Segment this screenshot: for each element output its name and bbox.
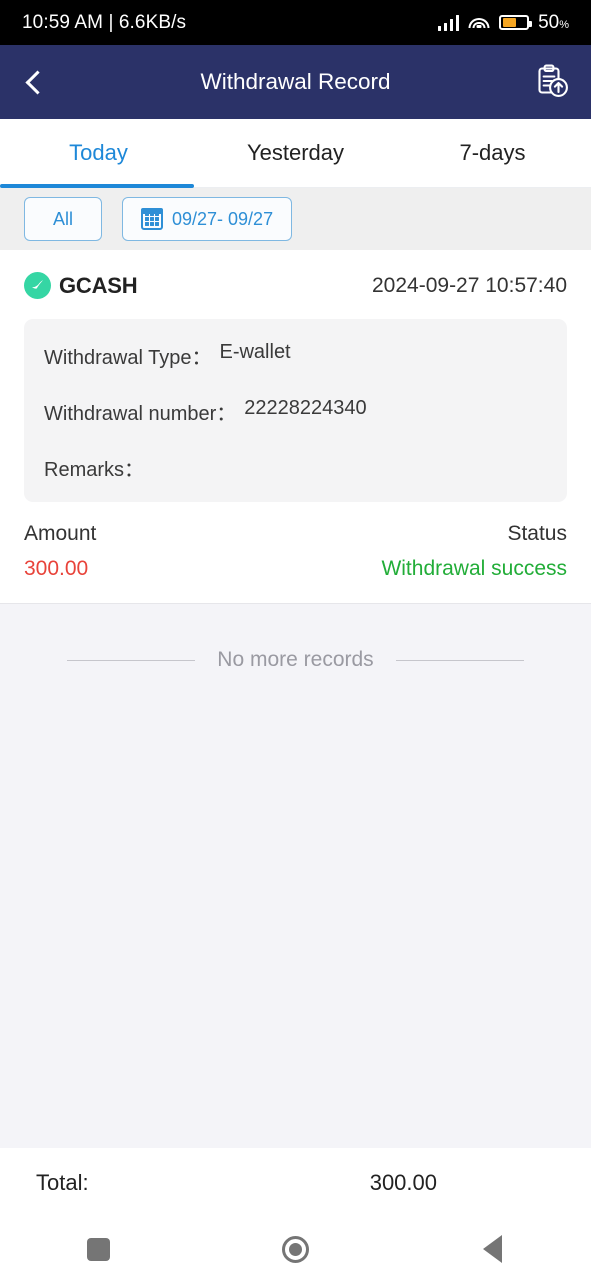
- date-range-button[interactable]: 09/27- 09/27: [122, 197, 293, 241]
- amount-column: Amount 300.00: [24, 522, 96, 581]
- tab-7-days[interactable]: 7-days: [394, 119, 591, 187]
- detail-value-withdrawal-type: E-wallet: [219, 341, 291, 363]
- status-icons: 50%: [437, 12, 569, 34]
- battery-percent-value: 50: [538, 11, 560, 33]
- calendar-icon: [141, 208, 163, 230]
- clipboard-upload-icon: [538, 64, 568, 97]
- record-brand: GCASH: [24, 272, 138, 299]
- record-header: GCASH 2024-09-27 10:57:40: [24, 272, 567, 299]
- divider-left: [67, 659, 196, 661]
- filter-all-label: All: [52, 208, 73, 229]
- wifi-icon: [468, 14, 490, 31]
- back-button[interactable]: [0, 45, 70, 119]
- recents-square-icon: [87, 1237, 110, 1261]
- detail-label-withdrawal-number: Withdrawal number：: [44, 403, 237, 425]
- back-triangle-icon: [483, 1235, 502, 1263]
- total-bar: Total: 300.00: [0, 1148, 591, 1218]
- cellular-signal-icon: [437, 14, 460, 31]
- detail-row-withdrawal-type: Withdrawal Type： E-wallet: [44, 341, 547, 370]
- tab-yesterday-label: Yesterday: [246, 140, 345, 165]
- status-badge: Withdrawal success: [381, 557, 567, 580]
- amount-label: Amount: [24, 522, 97, 545]
- record-summary: Amount 300.00 Status Withdrawal success: [24, 502, 567, 603]
- divider-right: [395, 659, 524, 661]
- status-bar: 10:59 AM | 6.6KB/s 50%: [0, 0, 591, 45]
- status-column: Status Withdrawal success: [381, 522, 567, 581]
- gcash-check-icon: [24, 272, 51, 299]
- tab-7-days-label: 7-days: [459, 140, 526, 165]
- total-value: 300.00: [369, 1170, 437, 1195]
- record-brand-label: GCASH: [59, 272, 138, 298]
- filter-bar: All 09/27- 09/27: [0, 188, 591, 250]
- detail-value-withdrawal-number: 22228224340: [244, 397, 367, 419]
- tab-today-label: Today: [69, 140, 128, 165]
- export-record-button[interactable]: [535, 64, 569, 100]
- list-footer-area: No more records: [0, 603, 591, 1148]
- system-back-button[interactable]: [394, 1235, 591, 1263]
- detail-row-remarks: Remarks：: [44, 453, 547, 482]
- phone-screen: 10:59 AM | 6.6KB/s 50% Withdrawal Record: [0, 0, 591, 1280]
- date-range-label: 09/27- 09/27: [172, 208, 274, 229]
- recents-button[interactable]: [0, 1237, 197, 1261]
- filter-all-button[interactable]: All: [24, 197, 102, 241]
- record-detail-card: Withdrawal Type： E-wallet Withdrawal num…: [24, 319, 567, 502]
- no-more-records-label: No more records: [217, 648, 374, 671]
- record-list: GCASH 2024-09-27 10:57:40 Withdrawal Typ…: [0, 250, 591, 603]
- record-timestamp: 2024-09-27 10:57:40: [372, 273, 567, 297]
- percent-symbol: %: [559, 18, 569, 31]
- android-nav-bar: [0, 1218, 591, 1280]
- detail-label-remarks: Remarks：: [44, 459, 145, 481]
- status-label: Status: [507, 522, 567, 545]
- battery-percent: 50%: [538, 12, 569, 34]
- record-item[interactable]: GCASH 2024-09-27 10:57:40 Withdrawal Typ…: [0, 250, 591, 603]
- detail-label-withdrawal-type: Withdrawal Type：: [44, 347, 212, 369]
- amount-value: 300.00: [24, 557, 89, 580]
- detail-row-withdrawal-number: Withdrawal number： 22228224340: [44, 397, 547, 426]
- home-circle-icon: [282, 1235, 309, 1263]
- back-chevron-icon: [25, 69, 50, 95]
- home-button[interactable]: [197, 1235, 394, 1263]
- total-label: Total:: [36, 1170, 89, 1195]
- status-time-network: 10:59 AM | 6.6KB/s: [22, 11, 187, 33]
- tab-today[interactable]: Today: [0, 119, 197, 188]
- no-more-records: No more records: [0, 648, 591, 672]
- battery-icon: [499, 15, 532, 30]
- tab-yesterday[interactable]: Yesterday: [197, 119, 394, 187]
- app-header: Withdrawal Record: [0, 45, 591, 119]
- page-title: Withdrawal Record: [200, 69, 391, 94]
- period-tabs: Today Yesterday 7-days: [0, 119, 591, 188]
